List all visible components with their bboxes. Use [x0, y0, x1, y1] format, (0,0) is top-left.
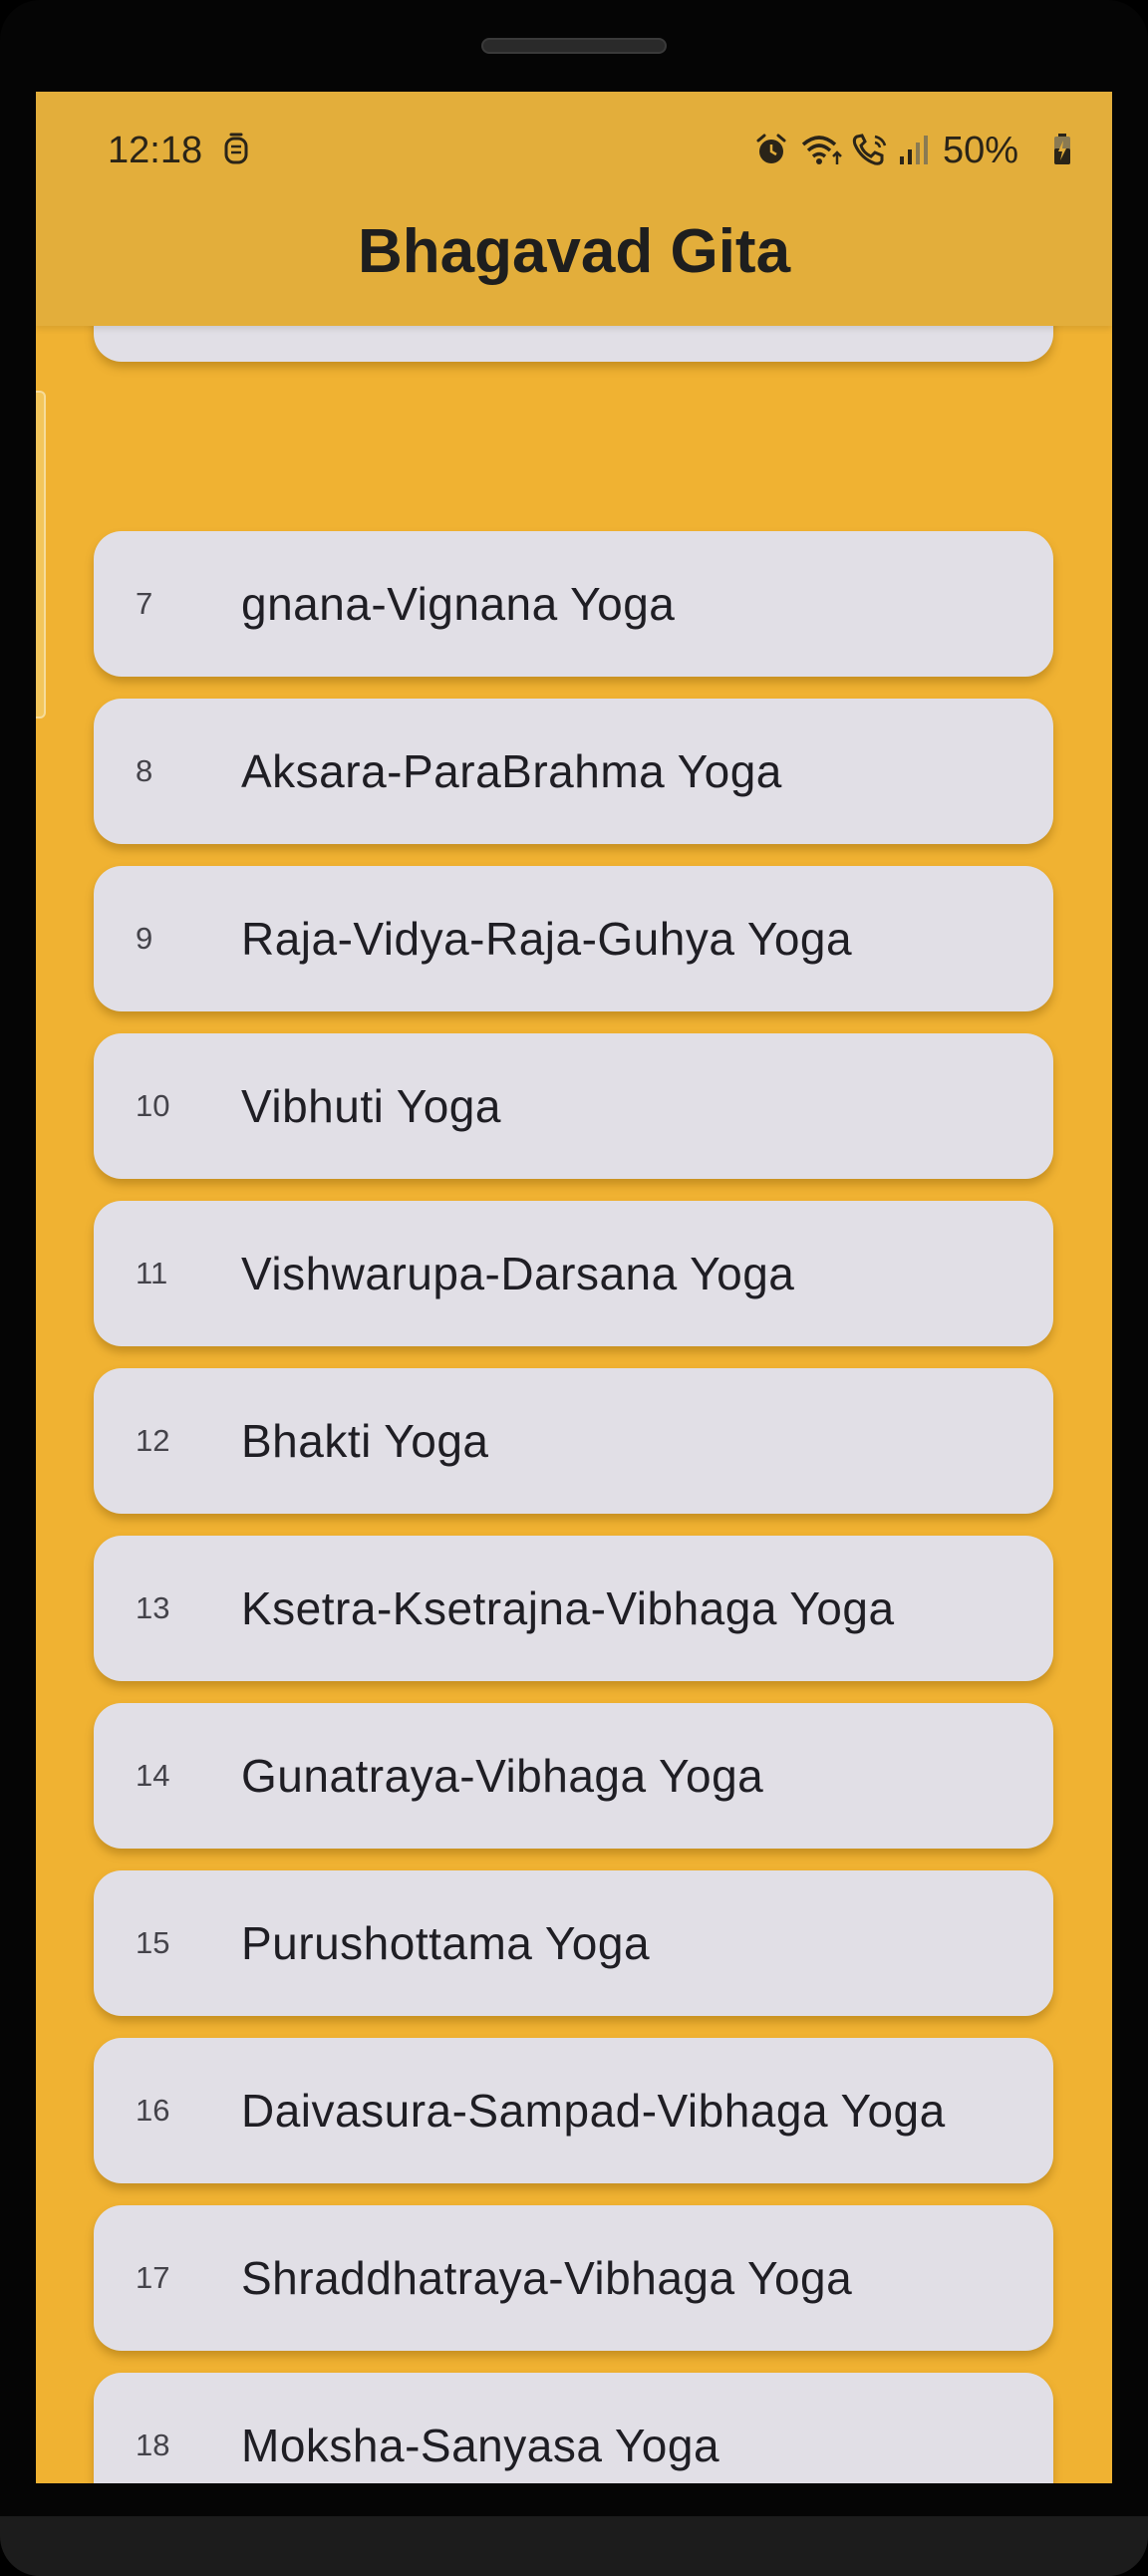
- status-bar: 12:18 50%: [36, 92, 1112, 211]
- chapter-number: 12: [136, 1423, 170, 1458]
- chapter-name: Ksetra-Ksetrajna-Vibhaga Yoga: [241, 1582, 895, 1634]
- chapter-name: Aksara-ParaBrahma Yoga: [241, 745, 782, 797]
- chapter-name: Bhakti Yoga: [241, 1415, 489, 1467]
- app-screen: 7 gnana-Vignana Yoga 8 Aksara-ParaBrahma…: [36, 92, 1112, 2483]
- chapter-card-15[interactable]: 15 Purushottama Yoga: [94, 1870, 1053, 2016]
- chapter-card-10[interactable]: 10 Vibhuti Yoga: [94, 1033, 1053, 1179]
- chapter-number: 13: [136, 1590, 170, 1625]
- signal-icon: [897, 132, 933, 167]
- chapter-name: Gunatraya-Vibhaga Yoga: [241, 1750, 764, 1802]
- earpiece-speaker: [481, 38, 667, 54]
- chapter-name: Raja-Vidya-Raja-Guhya Yoga: [241, 913, 853, 965]
- chapter-name: Vibhuti Yoga: [241, 1080, 501, 1132]
- chapter-name: gnana-Vignana Yoga: [241, 578, 676, 630]
- chapter-number: 11: [136, 1256, 168, 1290]
- chapter-number: 7: [136, 586, 153, 621]
- chapter-number: 18: [136, 2428, 170, 2462]
- chapter-name: Purushottama Yoga: [241, 1917, 651, 1969]
- chapter-number: 14: [136, 1758, 170, 1793]
- chapter-card-7[interactable]: 7 gnana-Vignana Yoga: [94, 531, 1053, 677]
- app-title: Bhagavad Gita: [357, 217, 791, 286]
- chapter-card-9[interactable]: 9 Raja-Vidya-Raja-Guhya Yoga: [94, 866, 1053, 1011]
- phone-frame: 7 gnana-Vignana Yoga 8 Aksara-ParaBrahma…: [0, 0, 1148, 2576]
- chapter-card-8[interactable]: 8 Aksara-ParaBrahma Yoga: [94, 699, 1053, 844]
- chapter-card-11[interactable]: 11 Vishwarupa-Darsana Yoga: [94, 1201, 1053, 1346]
- chapter-number: 15: [136, 1925, 170, 1960]
- battery-percent: 50%: [943, 130, 1019, 171]
- alarm-icon: [753, 132, 789, 167]
- bottom-bezel-strip: [0, 2516, 1148, 2576]
- chapter-card-13[interactable]: 13 Ksetra-Ksetrajna-Vibhaga Yoga: [94, 1536, 1053, 1681]
- chapter-number: 8: [136, 753, 153, 788]
- chapter-name: Daivasura-Sampad-Vibhaga Yoga: [241, 2085, 946, 2137]
- chapter-number: 10: [136, 1088, 170, 1123]
- chapter-card-16[interactable]: 16 Daivasura-Sampad-Vibhaga Yoga: [94, 2038, 1053, 2183]
- chapter-card-14[interactable]: 14 Gunatraya-Vibhaga Yoga: [94, 1703, 1053, 1849]
- chapter-number: 16: [136, 2093, 170, 2128]
- wifi-call-icon: [799, 132, 843, 167]
- chapter-card-18[interactable]: 18 Moksha-Sanyasa Yoga: [94, 2373, 1053, 2483]
- status-time: 12:18: [108, 130, 203, 171]
- battery-charging-icon: [1050, 132, 1074, 167]
- chapter-card-12[interactable]: 12 Bhakti Yoga: [94, 1368, 1053, 1514]
- call-icon: [851, 132, 891, 167]
- notification-icon: [221, 132, 251, 167]
- overscroll-edge-indicator: [36, 391, 46, 718]
- chapter-card-17[interactable]: 17 Shraddhatraya-Vibhaga Yoga: [94, 2205, 1053, 2351]
- chapter-name: Shraddhatraya-Vibhaga Yoga: [241, 2252, 853, 2304]
- app-bar: 12:18 50% Bhagavad Gita: [36, 92, 1112, 326]
- chapter-number: 17: [136, 2260, 170, 2295]
- chapter-name: Moksha-Sanyasa Yoga: [241, 2420, 720, 2471]
- chapter-number: 9: [136, 921, 153, 956]
- chapter-name: Vishwarupa-Darsana Yoga: [241, 1248, 795, 1299]
